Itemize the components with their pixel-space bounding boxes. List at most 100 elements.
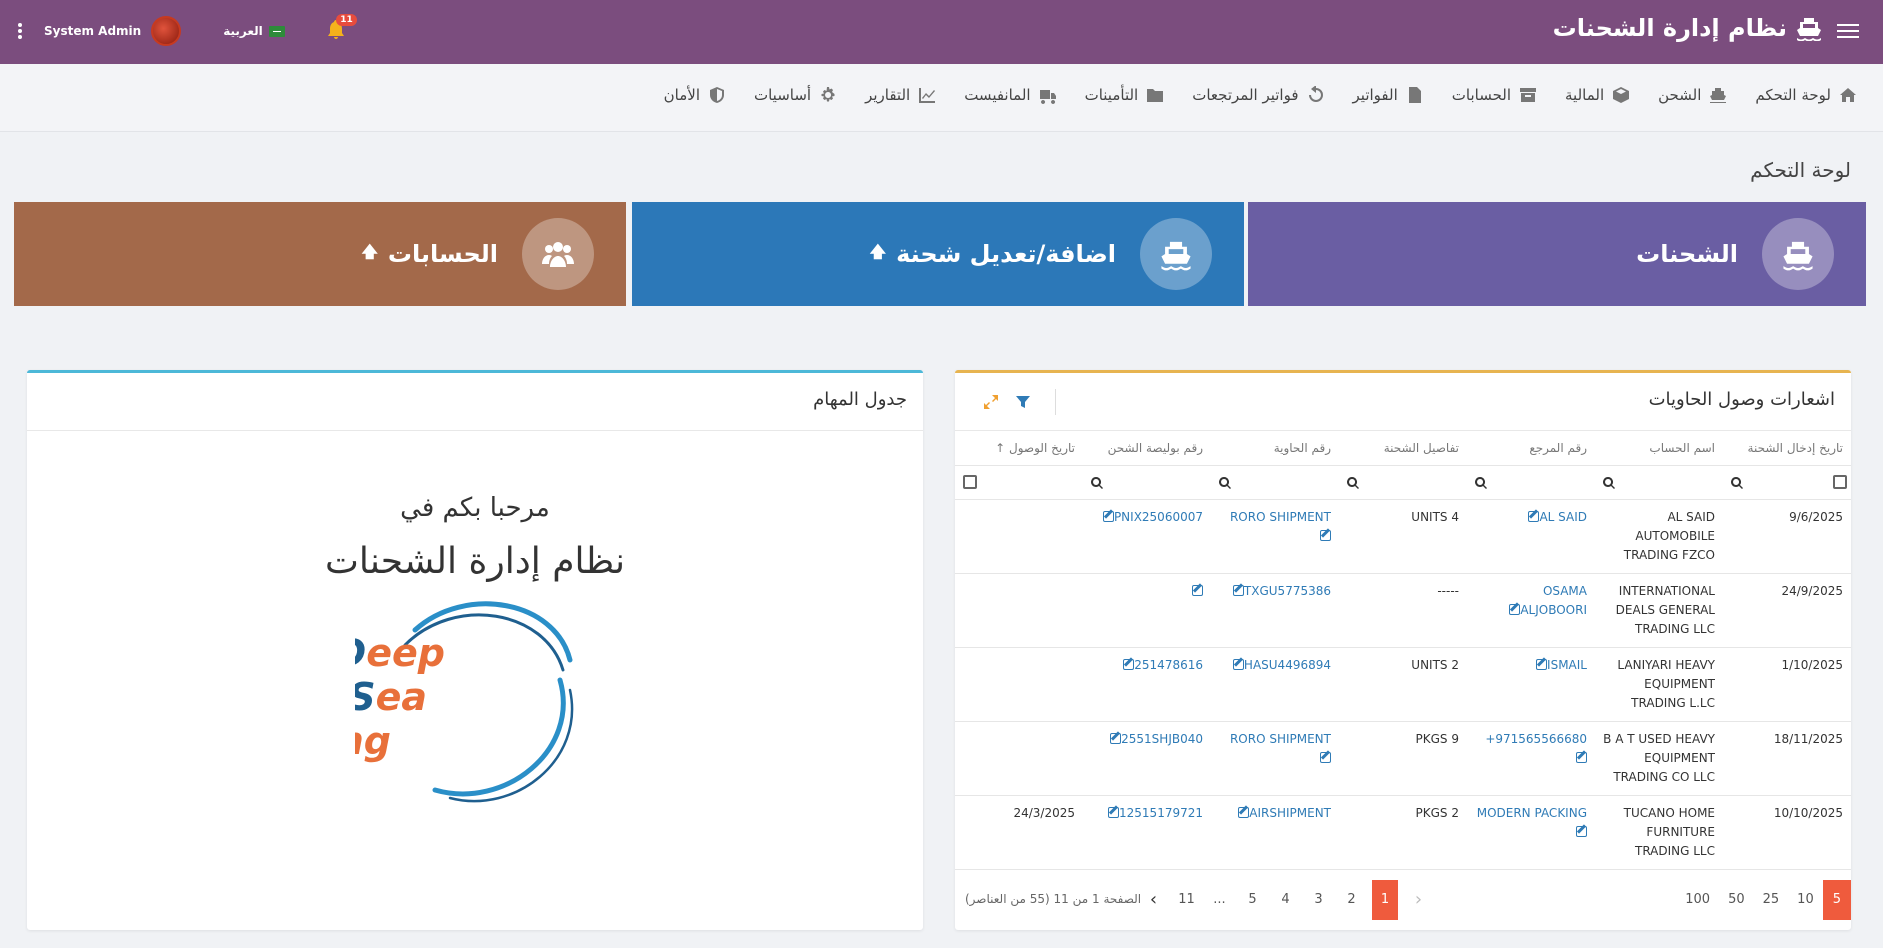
- home-icon: [1840, 88, 1856, 102]
- tile-icon-circle: [1140, 218, 1212, 290]
- cell-arrival: [955, 647, 1083, 722]
- table-row[interactable]: 24/9/2025 INTERNATIONAL DEALS GENERAL TR…: [955, 573, 1851, 648]
- nav-item-accounts[interactable]: الحسابات: [1438, 86, 1551, 104]
- nav-item-return-invoices[interactable]: فواتير المرتجعات: [1178, 86, 1338, 104]
- page-size-option[interactable]: 50: [1719, 880, 1754, 920]
- main-nav: لوحة التحكم الشحن المالية الحسابات الفوا…: [0, 64, 1883, 132]
- page-button[interactable]: 4: [1269, 880, 1302, 920]
- bl-link[interactable]: [1189, 584, 1203, 598]
- nav-item-shipping[interactable]: الشحن: [1644, 86, 1741, 104]
- nav-item-insurance[interactable]: التأمينات: [1071, 86, 1179, 104]
- container-link[interactable]: HASU4496894: [1230, 658, 1331, 672]
- column-header[interactable]: رقم المرجع: [1467, 431, 1595, 465]
- tile-accounts[interactable]: الحسابات 🡅: [14, 202, 626, 306]
- page-button[interactable]: 5: [1236, 880, 1269, 920]
- ref-link[interactable]: AL SAID: [1525, 510, 1587, 524]
- expand-icon[interactable]: [983, 394, 999, 410]
- page-size-option-active[interactable]: 5: [1822, 880, 1851, 920]
- link-text: PNIX25060007: [1113, 509, 1203, 524]
- column-header[interactable]: رقم الحاوية: [1211, 431, 1339, 465]
- filter-cell[interactable]: [1211, 464, 1339, 500]
- table-row[interactable]: 18/11/2025 B A T USED HEAVY EQUIPMENT TR…: [955, 721, 1851, 796]
- pager-info: الصفحة 1 من 11 (55 من العناصر): [965, 892, 1142, 906]
- ship-icon: [1783, 241, 1813, 271]
- users-icon: [542, 242, 574, 267]
- tile-shipments[interactable]: الشحنات: [1248, 202, 1866, 306]
- link-text: AL SAID: [1539, 509, 1587, 524]
- bl-link[interactable]: 12515179721: [1105, 806, 1203, 820]
- container-link[interactable]: RORO SHIPMENT: [1230, 510, 1331, 543]
- table-row[interactable]: 10/10/2025 TUCANO HOME FURNITURE TRADING…: [955, 795, 1851, 870]
- folder-icon: [1147, 89, 1164, 102]
- page-button[interactable]: 11: [1170, 880, 1203, 920]
- brand[interactable]: نظام إدارة الشحنات: [1553, 14, 1823, 42]
- container-link[interactable]: AIRSHIPMENT: [1235, 806, 1331, 820]
- filter-cell[interactable]: [1083, 464, 1211, 500]
- filter-icon[interactable]: [1015, 394, 1031, 410]
- bl-link[interactable]: 251478616: [1120, 658, 1203, 672]
- edit-icon: [1536, 658, 1548, 670]
- next-page-icon[interactable]: ›: [1402, 880, 1435, 920]
- link-text: +971565566680: [1485, 731, 1587, 746]
- undo-icon: [1308, 86, 1323, 102]
- nav-item-invoices[interactable]: الفواتير: [1339, 86, 1438, 104]
- svg-text:Shipping: Shipping: [355, 719, 391, 763]
- nav-item-security[interactable]: الأمان: [650, 86, 740, 104]
- page-list: ‹ 11 ... 5 4 3 2 1 ›: [1137, 880, 1435, 920]
- tile-label: الشحنات: [1636, 240, 1738, 268]
- page-button[interactable]: 3: [1302, 880, 1335, 920]
- table-row[interactable]: 9/6/2025 AL SAID AUTOMOBILE TRADING FZCO…: [955, 499, 1851, 574]
- filter-cell[interactable]: [1723, 464, 1851, 500]
- language-switcher[interactable]: العربية: [223, 24, 285, 38]
- menu-toggle-icon[interactable]: [1837, 20, 1859, 42]
- column-header[interactable]: تفاصيل الشحنة: [1339, 431, 1467, 465]
- filter-cell[interactable]: [1595, 464, 1723, 500]
- ref-link[interactable]: OSAMA ALJOBOORI: [1506, 584, 1587, 617]
- flag-icon: [268, 25, 285, 37]
- user-name: System Admin: [44, 24, 142, 38]
- notifications-button[interactable]: 11: [327, 14, 357, 42]
- gear-icon: [821, 87, 835, 102]
- top-bar: نظام إدارة الشحنات System Admin العربية …: [0, 0, 1883, 64]
- filter-cell[interactable]: [955, 464, 1083, 500]
- cell-account: INTERNATIONAL DEALS GENERAL TRADING LLC: [1595, 573, 1723, 648]
- app-title: نظام إدارة الشحنات: [1552, 14, 1787, 42]
- calendar-icon[interactable]: [963, 474, 977, 489]
- ref-link[interactable]: ISMAIL: [1533, 658, 1587, 672]
- page-size-option[interactable]: 100: [1676, 880, 1719, 920]
- bl-link[interactable]: 2551SHJB040: [1107, 732, 1203, 746]
- link-text: AIRSHIPMENT: [1249, 805, 1331, 820]
- nav-item-dashboard[interactable]: لوحة التحكم: [1741, 86, 1871, 104]
- column-label: تاريخ الوصول: [1009, 440, 1075, 455]
- more-options-icon[interactable]: [14, 23, 26, 39]
- ref-link[interactable]: +971565566680: [1485, 732, 1587, 765]
- page-size-option[interactable]: 25: [1754, 880, 1789, 920]
- truck-icon: [1039, 90, 1056, 104]
- column-header[interactable]: اسم الحساب: [1595, 431, 1723, 465]
- filter-cell[interactable]: [1339, 464, 1467, 500]
- container-link[interactable]: RORO SHIPMENT: [1230, 732, 1331, 765]
- link-text: 251478616: [1134, 657, 1203, 672]
- page-button-active[interactable]: 1: [1372, 880, 1398, 920]
- column-header-arrival[interactable]: تاريخ الوصول ↑: [955, 431, 1083, 465]
- ref-link[interactable]: MODERN PACKING: [1477, 806, 1587, 839]
- user-menu[interactable]: System Admin: [44, 16, 182, 46]
- prev-page-icon[interactable]: ‹: [1137, 880, 1170, 920]
- nav-item-manifest[interactable]: المانفيست: [950, 86, 1070, 104]
- nav-item-basics[interactable]: أساسيات: [740, 86, 851, 104]
- container-link[interactable]: TXGU5775386: [1230, 584, 1331, 598]
- search-icon: [1091, 476, 1103, 489]
- tile-add-edit-shipment[interactable]: اضافة/تعديل شحنة 🡅: [632, 202, 1244, 306]
- column-header[interactable]: رقم بوليصة الشحن: [1083, 431, 1211, 465]
- column-header[interactable]: تاريخ إدخال الشحنة: [1723, 431, 1851, 465]
- table-row[interactable]: 1/10/2025 LANIYARI HEAVY EQUIPMENT TRADI…: [955, 647, 1851, 722]
- calendar-icon[interactable]: [1833, 474, 1847, 489]
- cell-arrival: 24/3/2025: [955, 795, 1083, 870]
- container-arrival-panel: اشعارات وصول الحاويات تاريخ إدخال الشحنة…: [955, 370, 1851, 930]
- nav-item-finance[interactable]: المالية: [1551, 86, 1644, 104]
- filter-cell[interactable]: [1467, 464, 1595, 500]
- page-button[interactable]: 2: [1335, 880, 1368, 920]
- bl-link[interactable]: PNIX25060007: [1100, 510, 1203, 524]
- nav-item-reports[interactable]: التقارير: [851, 86, 950, 104]
- page-size-option[interactable]: 10: [1788, 880, 1823, 920]
